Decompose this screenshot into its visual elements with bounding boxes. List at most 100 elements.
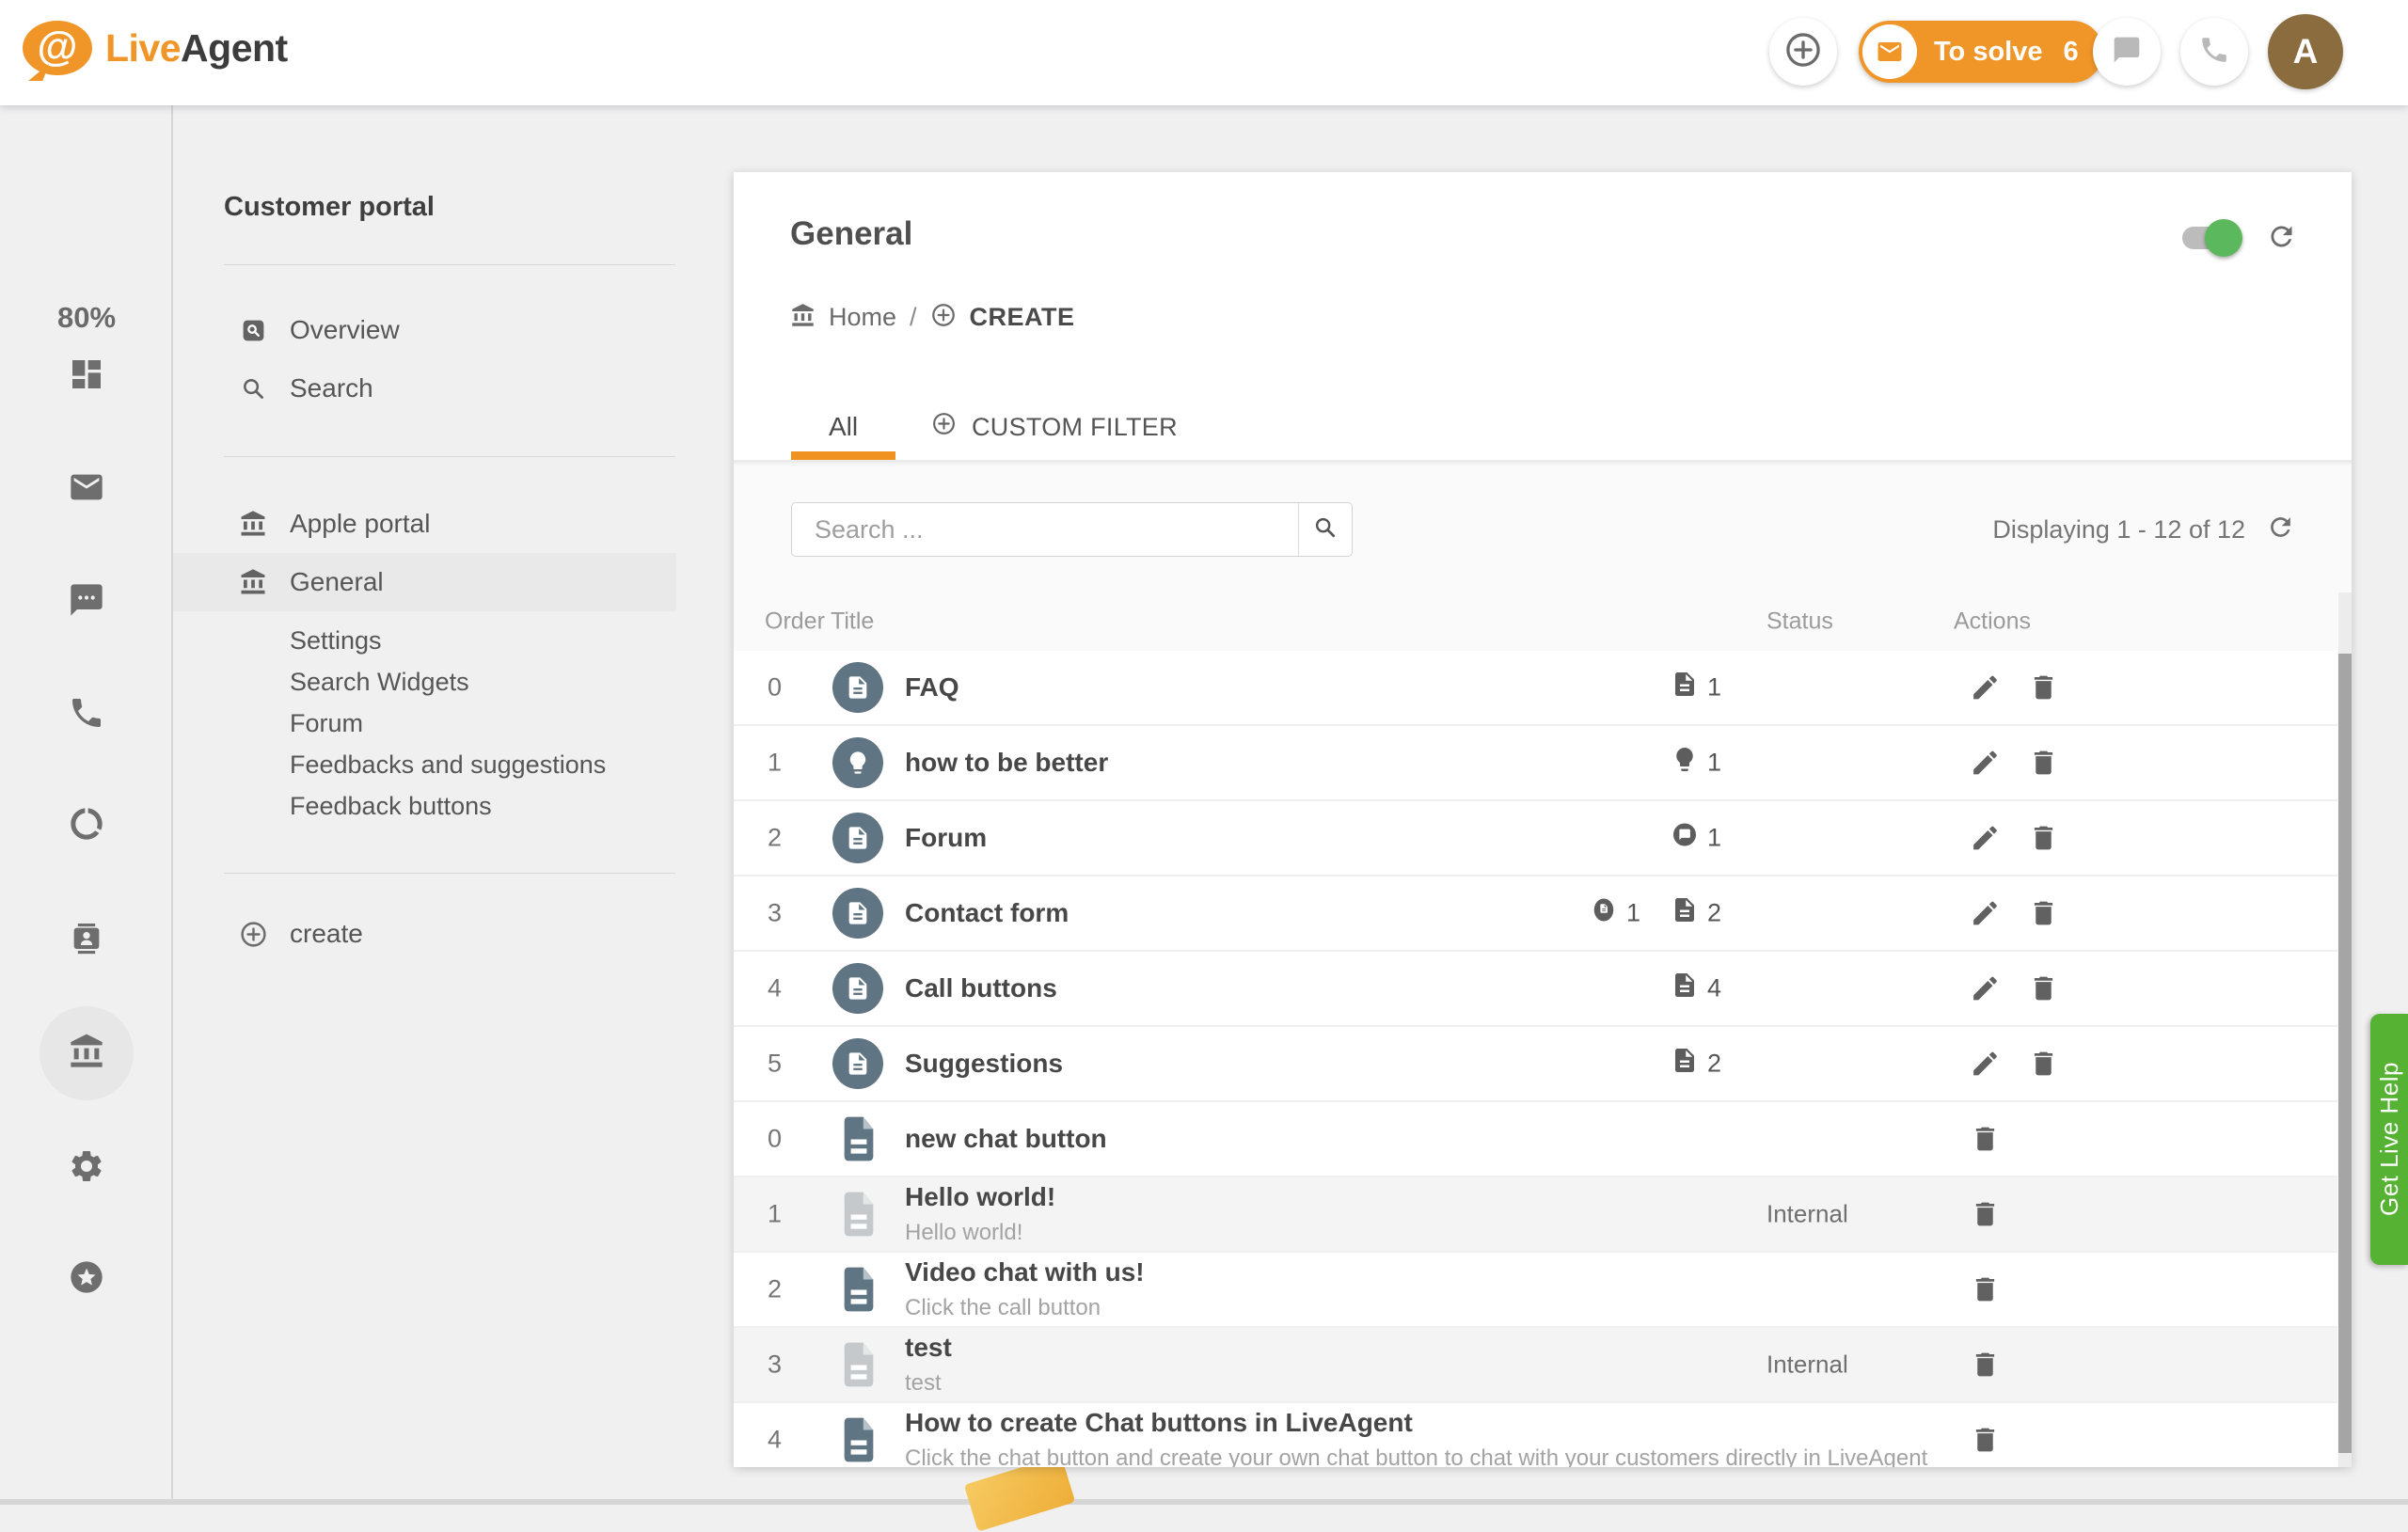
rail-item-usage[interactable] bbox=[40, 779, 134, 873]
document-icon bbox=[837, 1263, 880, 1316]
plus-circle-icon bbox=[1783, 30, 1823, 74]
refresh-icon[interactable] bbox=[2266, 513, 2295, 546]
edit-pencil-icon[interactable] bbox=[1970, 823, 2001, 854]
table-row: 3 Contact form 1 2 bbox=[734, 877, 2337, 952]
delete-trash-icon[interactable] bbox=[2028, 973, 2059, 1004]
bank-icon bbox=[233, 510, 273, 538]
rail-item-dashboard[interactable] bbox=[40, 329, 134, 423]
bulb-count-icon bbox=[1671, 746, 1699, 781]
delete-trash-icon[interactable] bbox=[2028, 748, 2059, 779]
to-solve-button[interactable]: To solve 6 bbox=[1859, 21, 2103, 83]
sidebar-subitem-search-widgets[interactable]: Search Widgets bbox=[290, 661, 469, 703]
search-button[interactable] bbox=[1298, 503, 1352, 556]
sidebar-subitem-feedbacks-and-suggestions[interactable]: Feedbacks and suggestions bbox=[290, 744, 606, 785]
row-title[interactable]: Contact form bbox=[905, 898, 1069, 928]
breadcrumb-home[interactable]: Home bbox=[829, 303, 896, 332]
contacts-icon bbox=[68, 920, 105, 962]
row-order: 3 bbox=[768, 899, 782, 928]
calls-button[interactable] bbox=[2180, 18, 2248, 86]
sidebar-item-label: General bbox=[290, 567, 384, 597]
bottom-edge bbox=[0, 1499, 2408, 1505]
rail-item-star[interactable] bbox=[40, 1232, 134, 1326]
delete-trash-icon[interactable] bbox=[1970, 1274, 2001, 1305]
sidebar-item-overview[interactable]: Overview bbox=[173, 301, 676, 359]
sidebar-subitem-settings[interactable]: Settings bbox=[290, 620, 382, 661]
row-order: 1 bbox=[768, 749, 782, 778]
refresh-icon[interactable] bbox=[2266, 221, 2297, 257]
sidebar-item-general[interactable]: General bbox=[173, 553, 676, 611]
edit-pencil-icon[interactable] bbox=[1970, 672, 2001, 703]
rail-item-portal[interactable] bbox=[40, 1006, 134, 1100]
add-new-button[interactable] bbox=[1769, 18, 1837, 86]
row-title[interactable]: Call buttons bbox=[905, 973, 1057, 1003]
delete-trash-icon[interactable] bbox=[2028, 898, 2059, 929]
chats-button[interactable] bbox=[2093, 18, 2161, 86]
row-title[interactable]: Video chat with us! bbox=[905, 1257, 1145, 1287]
search-icon bbox=[233, 375, 273, 403]
portal-enabled-toggle[interactable] bbox=[2182, 227, 2237, 249]
edit-pencil-icon[interactable] bbox=[1970, 1049, 2001, 1080]
to-solve-count: 6 bbox=[2064, 37, 2079, 68]
rail-item-contacts[interactable] bbox=[40, 893, 134, 987]
row-title[interactable]: FAQ bbox=[905, 672, 959, 703]
row-title[interactable]: new chat button bbox=[905, 1124, 1107, 1154]
count-badge: 1 bbox=[1671, 671, 1721, 705]
phone-icon bbox=[2198, 34, 2230, 71]
chat-icon bbox=[68, 581, 105, 624]
table-row: 2 Video chat with us!Click the call butt… bbox=[734, 1253, 2337, 1328]
logo-at-bubble-icon: @ bbox=[23, 21, 92, 75]
row-subtitle: test bbox=[905, 1370, 952, 1397]
sidebar-subitem-forum[interactable]: Forum bbox=[290, 703, 363, 744]
row-title[interactable]: how to be better bbox=[905, 748, 1108, 778]
article-count-icon bbox=[1671, 896, 1699, 931]
logo-text-agent: Agent bbox=[181, 26, 288, 70]
table-row: 5 Suggestions 2 bbox=[734, 1027, 2337, 1102]
user-avatar[interactable]: A bbox=[2268, 14, 2343, 89]
table-scrollbar[interactable] bbox=[2338, 592, 2352, 1467]
avatar-initial: A bbox=[2293, 32, 2319, 71]
page-title: General bbox=[790, 215, 912, 253]
logo-text-live: Live bbox=[105, 26, 181, 70]
delete-trash-icon[interactable] bbox=[1970, 1199, 2001, 1230]
rail-item-chat[interactable] bbox=[40, 555, 134, 649]
row-order: 4 bbox=[768, 1426, 782, 1455]
edit-pencil-icon[interactable] bbox=[1970, 973, 2001, 1004]
sidebar-item-search[interactable]: Search bbox=[173, 359, 676, 418]
settings-icon bbox=[68, 1147, 105, 1190]
search-input[interactable] bbox=[792, 503, 1298, 556]
sidebar-subitem-feedback-buttons[interactable]: Feedback buttons bbox=[290, 785, 492, 827]
col-actions: Actions bbox=[1954, 608, 2031, 636]
tab-all[interactable]: All bbox=[791, 394, 895, 460]
row-title[interactable]: Suggestions bbox=[905, 1049, 1063, 1079]
toggle-knob bbox=[2205, 219, 2242, 257]
scrollbar-thumb[interactable] bbox=[2338, 654, 2352, 1453]
to-solve-label: To solve bbox=[1934, 37, 2043, 68]
rail-item-mail[interactable] bbox=[40, 442, 134, 536]
tab-custom-filter[interactable]: CUSTOM FILTER bbox=[931, 394, 1178, 460]
get-live-help-tab[interactable]: Get Live Help bbox=[2370, 1014, 2408, 1265]
table-row: 1 Hello world!Hello world! Internal bbox=[734, 1177, 2337, 1253]
delete-trash-icon[interactable] bbox=[1970, 1425, 2001, 1456]
edit-pencil-icon[interactable] bbox=[1970, 748, 2001, 779]
row-title[interactable]: How to create Chat buttons in LiveAgent bbox=[905, 1408, 1927, 1438]
rail-item-phone[interactable] bbox=[40, 668, 134, 762]
status-label: Internal bbox=[1766, 1350, 1848, 1380]
row-title[interactable]: Hello world! bbox=[905, 1182, 1055, 1212]
delete-trash-icon[interactable] bbox=[2028, 823, 2059, 854]
row-order: 3 bbox=[768, 1350, 782, 1380]
row-title[interactable]: test bbox=[905, 1333, 952, 1363]
edit-pencil-icon[interactable] bbox=[1970, 898, 2001, 929]
liveagent-logo[interactable]: @ LiveAgent bbox=[23, 21, 288, 75]
delete-trash-icon[interactable] bbox=[2028, 1049, 2059, 1080]
bank-icon bbox=[790, 303, 816, 333]
sidebar-item-create[interactable]: create bbox=[173, 905, 676, 963]
divider bbox=[224, 264, 675, 265]
row-title[interactable]: Forum bbox=[905, 823, 987, 853]
delete-trash-icon[interactable] bbox=[1970, 1124, 2001, 1155]
sidebar-item-apple-portal[interactable]: Apple portal bbox=[173, 495, 676, 553]
sidebar-item-label: Apple portal bbox=[290, 509, 430, 539]
breadcrumb-create[interactable]: CREATE bbox=[970, 303, 1075, 332]
rail-item-settings[interactable] bbox=[40, 1121, 134, 1215]
delete-trash-icon[interactable] bbox=[2028, 672, 2059, 703]
delete-trash-icon[interactable] bbox=[1970, 1350, 2001, 1381]
